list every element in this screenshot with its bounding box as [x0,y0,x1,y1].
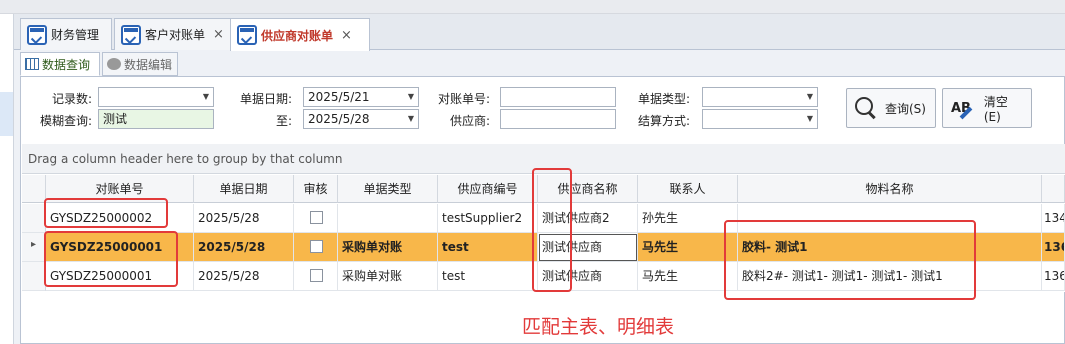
settlement-label: 结算方式: [637,114,690,128]
highlight-box-supplier-name [532,168,572,292]
column-header-doc-type[interactable]: 单据类型 [338,175,438,203]
fuzzy-query-input[interactable]: 测试 [98,109,214,129]
audit-checkbox[interactable] [310,269,323,282]
search-icon [855,97,877,119]
clear-button-label: 清空(E) [983,94,1008,124]
cell-contact[interactable]: 马先生 [638,262,738,291]
tab-label: 客户对账单 [145,28,206,42]
settlement-select[interactable]: ▼ [702,109,818,129]
dropdown-arrow-icon: ▼ [202,92,209,101]
tab-data-query[interactable]: 数据查询 [20,52,100,76]
row-indicator-header [22,175,46,203]
database-icon [107,58,121,70]
dropdown-arrow-icon: ▼ [806,114,813,123]
query-button[interactable]: 查询(S) [846,88,936,128]
row-indicator[interactable] [22,233,46,262]
close-icon[interactable]: × [213,27,224,42]
column-header-audit[interactable]: 审核 [294,175,338,203]
supplier-label: 供应商: [449,114,490,128]
dropdown-arrow-icon: ▼ [407,114,414,123]
date-from-input[interactable]: 2025/5/21 ▼ [303,87,419,107]
cell-date[interactable]: 2025/5/28 [194,204,294,233]
tab-label: 数据编辑 [124,57,173,72]
annotation-text: 匹配主表、明细表 [522,316,675,338]
dropdown-arrow-icon: ▼ [407,92,414,101]
cell-audit[interactable] [294,262,338,291]
clear-button[interactable]: AB 清空(E) [942,88,1032,128]
date-value: 2025/5/28 [308,112,370,126]
tab-customer-statement[interactable]: 客户对账单 × [114,18,232,50]
column-header-supplier-code[interactable]: 供应商编号 [438,175,538,203]
cell-audit[interactable] [294,233,338,262]
doc-type-select[interactable]: ▼ [702,87,818,107]
cell-contact[interactable]: 孙先生 [638,204,738,233]
column-header-date[interactable]: 单据日期 [194,175,294,203]
left-nav-panel [0,14,14,344]
column-header-contact[interactable]: 联系人 [638,175,738,203]
highlight-box-row1-no [44,198,168,228]
record-count-select[interactable]: ▼ [98,87,214,107]
cell-audit[interactable] [294,204,338,233]
cell-extra[interactable]: 136 [1042,262,1065,291]
top-strip [0,0,1065,14]
highlight-box-row2-3-no [44,231,178,287]
tab-label: 数据查询 [42,57,91,72]
left-nav-selected[interactable] [0,92,13,136]
window-icon [237,25,257,45]
tab-finance[interactable]: 财务管理 [20,18,112,50]
document-tab-bar: 财务管理 客户对账单 × 供应商对账单 × [14,14,1065,51]
clear-format-icon: AB [951,101,976,119]
cell-contact[interactable]: 马先生 [638,233,738,262]
cell-doc-type[interactable]: 采购单对账 [338,233,438,262]
cell-supplier-code[interactable]: testSupplier2 [438,204,538,233]
cell-supplier-code[interactable]: test [438,262,538,291]
doc-date-label: 单据日期: [239,92,292,106]
cell-doc-type[interactable] [338,204,438,233]
supplier-input[interactable] [500,109,616,129]
statement-no-input[interactable] [500,87,616,107]
cell-extra[interactable]: 134 [1042,204,1065,233]
row-indicator[interactable] [22,204,46,233]
dropdown-arrow-icon: ▼ [806,92,813,101]
audit-checkbox[interactable] [310,240,323,253]
tab-label: 供应商对账单 [261,28,334,43]
cell-date[interactable]: 2025/5/28 [194,262,294,291]
tab-label: 财务管理 [51,28,100,42]
cell-supplier-code[interactable]: test [438,233,538,262]
column-header-material[interactable]: 物料名称 [738,175,1042,203]
window-icon [27,24,47,45]
window-icon [121,24,141,45]
tab-supplier-statement[interactable]: 供应商对账单 × [230,18,370,51]
cell-date[interactable]: 2025/5/28 [194,233,294,262]
statement-no-label: 对账单号: [437,92,490,106]
cell-doc-type[interactable]: 采购单对账 [338,262,438,291]
query-button-label: 查询(S) [885,101,926,116]
date-value: 2025/5/21 [308,90,370,104]
fuzzy-query-label: 模糊查询: [39,114,92,128]
date-to-input[interactable]: 2025/5/28 ▼ [303,109,419,129]
grid-icon [25,58,39,70]
column-header-extra[interactable] [1042,175,1065,203]
cell-extra[interactable]: 136 [1042,233,1065,262]
record-count-label: 记录数: [51,92,92,106]
audit-checkbox[interactable] [310,211,323,224]
tab-data-edit[interactable]: 数据编辑 [102,52,178,76]
close-icon[interactable]: × [341,28,352,43]
date-to-label: 至: [275,114,292,128]
row-indicator[interactable] [22,262,46,291]
highlight-box-material [724,220,976,300]
doc-type-label: 单据类型: [637,92,690,106]
